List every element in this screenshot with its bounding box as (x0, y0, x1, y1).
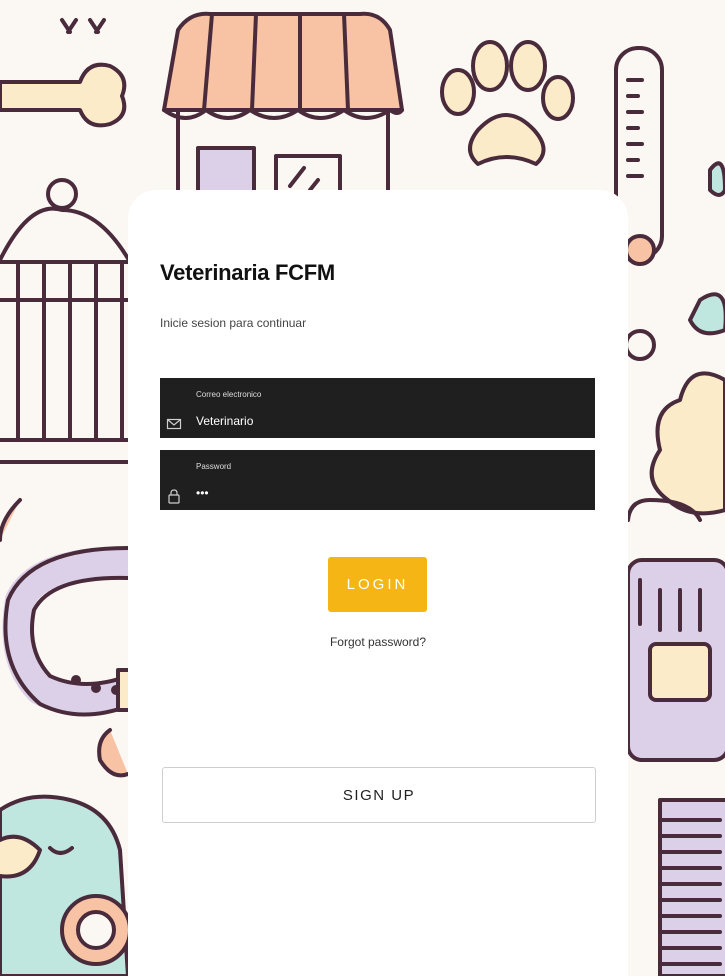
forgot-password-link[interactable]: Forgot password? (128, 635, 628, 649)
app-title: Veterinaria FCFM (160, 260, 335, 285)
email-field-label: Correo electronico (196, 390, 262, 399)
password-field[interactable]: Password ••• (160, 450, 595, 510)
pet-carrier-icon (626, 498, 725, 762)
envelope-icon (166, 418, 182, 430)
decor-marks-icon (60, 18, 106, 34)
shop-icon (162, 11, 404, 202)
collar-icon (0, 498, 143, 778)
email-input[interactable] (196, 414, 576, 428)
leaf-icon (688, 292, 725, 336)
parrot-icon (0, 794, 132, 976)
signup-button[interactable]: SIGN UP (162, 767, 596, 823)
comb-icon (658, 798, 725, 976)
password-input[interactable]: ••• (196, 486, 576, 500)
bird-cage-icon (0, 178, 132, 464)
cloud-icon (649, 371, 725, 516)
lock-icon (168, 489, 180, 504)
bone-icon (0, 62, 127, 128)
login-card: Veterinaria FCFM Inicie sesion para cont… (128, 190, 628, 976)
login-button[interactable]: LOGIN (328, 557, 427, 612)
ring-icon (624, 329, 656, 361)
paw-icon (440, 40, 575, 166)
login-subtitle: Inicie sesion para continuar (160, 316, 307, 330)
email-field[interactable]: Correo electronico (160, 378, 595, 438)
mint-shape-icon (708, 161, 725, 197)
password-field-label: Password (196, 462, 232, 471)
